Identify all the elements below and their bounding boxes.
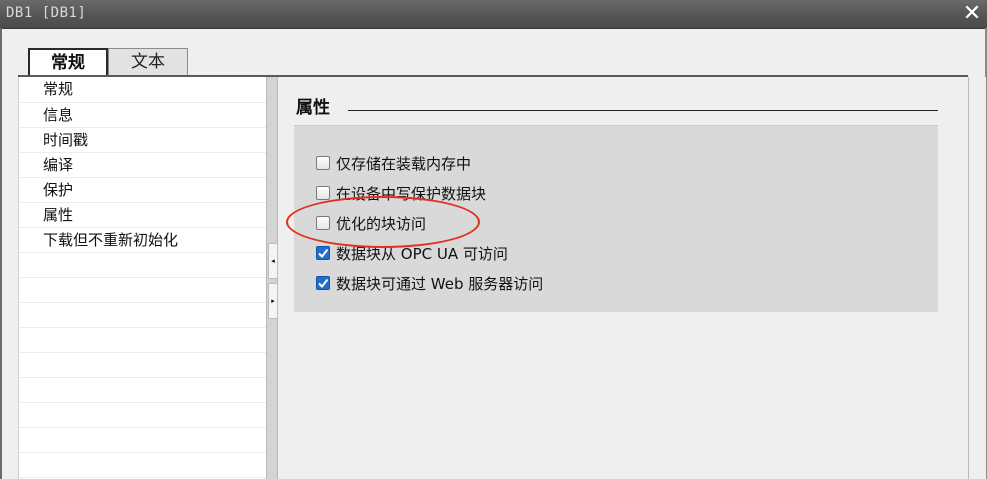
sidebar-item-timestamp[interactable]: 时间戳 (19, 128, 267, 153)
empty-row (19, 253, 267, 278)
empty-row (19, 328, 267, 353)
right-panel-edge (968, 77, 986, 479)
option-web-server-accessible[interactable]: 数据块可通过 Web 服务器访问 (316, 272, 543, 294)
sidebar-nav: 常规 信息 时间戳 编译 保护 属性 下载但不重新初始化 (18, 77, 267, 479)
close-icon: ✕ (962, 1, 982, 26)
tab-text[interactable]: 文本 (108, 48, 188, 75)
checkbox-checked[interactable] (316, 276, 330, 290)
sidebar-item-general[interactable]: 常规 (19, 77, 267, 103)
sidebar-item-protection[interactable]: 保护 (19, 178, 267, 203)
collapse-left-button[interactable]: ◂ (268, 243, 278, 279)
sidebar-item-info[interactable]: 信息 (19, 103, 267, 128)
empty-row (19, 428, 267, 453)
sidebar-item-attributes[interactable]: 属性 (19, 203, 267, 228)
sidebar-item-download-without-reinit[interactable]: 下载但不重新初始化 (19, 228, 267, 253)
close-button[interactable]: ✕ (960, 3, 984, 25)
empty-row (19, 378, 267, 403)
section-divider (348, 110, 938, 111)
title-bar[interactable]: DB1 [DB1] ✕ (0, 0, 987, 29)
empty-row (19, 303, 267, 328)
empty-row (19, 453, 267, 478)
section-title: 属性 (296, 98, 330, 118)
empty-row (19, 403, 267, 428)
option-label: 数据块可通过 Web 服务器访问 (336, 274, 544, 293)
checkmark-icon (318, 248, 329, 259)
annotation-circle (286, 196, 480, 248)
panel-splitter[interactable]: ◂ ▸ (266, 77, 278, 479)
properties-dialog: DB1 [DB1] ✕ 常规 文本 常规 信息 时间戳 编译 保护 属性 下载但… (0, 0, 987, 479)
expand-right-button[interactable]: ▸ (268, 283, 278, 319)
option-label: 仅存储在装载内存中 (336, 154, 472, 173)
sidebar-item-compile[interactable]: 编译 (19, 153, 267, 178)
checkbox-unchecked[interactable] (316, 186, 330, 200)
chevron-left-icon: ◂ (271, 257, 275, 265)
checkmark-icon (318, 278, 329, 289)
empty-row (19, 353, 267, 378)
empty-row (19, 278, 267, 303)
window-title: DB1 [DB1] (6, 5, 87, 21)
window-edge-left (0, 28, 2, 479)
option-load-memory-only[interactable]: 仅存储在装载内存中 (316, 152, 471, 174)
main-content: 属性 仅存储在装载内存中 在设备中写保护数据块 优化的块访问 数据块从 OPC … (278, 77, 968, 479)
checkbox-checked[interactable] (316, 246, 330, 260)
checkbox-unchecked[interactable] (316, 156, 330, 170)
tab-general[interactable]: 常规 (28, 48, 108, 77)
chevron-right-icon: ▸ (271, 297, 275, 305)
